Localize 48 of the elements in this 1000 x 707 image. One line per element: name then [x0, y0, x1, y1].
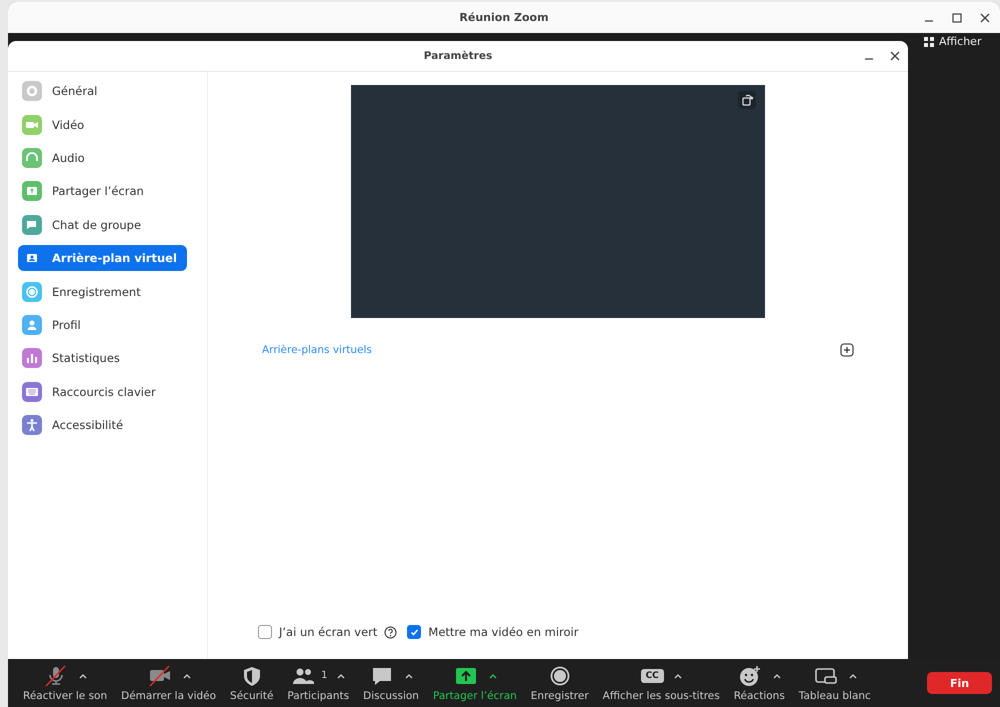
sidebar-item[interactable]: Vidéo: [18, 111, 187, 138]
checkbox-label: J’ai un écran vert: [279, 625, 378, 639]
checkbox[interactable]: [258, 625, 272, 639]
sidebar-item[interactable]: Accessibilité: [18, 412, 187, 438]
caret-icon[interactable]: [405, 672, 414, 678]
sidebar-item[interactable]: Arrière-plan virtuel: [18, 244, 187, 272]
caret-icon[interactable]: [674, 672, 682, 678]
toolbar-button[interactable]: 1 Participants: [282, 662, 354, 704]
close-icon[interactable]: [978, 10, 992, 24]
toolbar-button[interactable]: Partager l’écran: [428, 662, 522, 704]
sidebar-item[interactable]: Audio: [18, 144, 187, 172]
add-icon[interactable]: [840, 343, 854, 357]
toolbar-button[interactable]: Sécurité: [225, 662, 278, 704]
show-button[interactable]: Afficher: [924, 35, 982, 48]
grid-icon: [924, 36, 934, 46]
sidebar-item[interactable]: Général: [18, 78, 187, 104]
window-title: Réunion Zoom: [459, 11, 549, 24]
help-icon[interactable]: [384, 626, 398, 638]
caret-icon[interactable]: [337, 672, 346, 678]
toolbar-button[interactable]: Tableau blanc: [794, 662, 876, 704]
caret-icon[interactable]: [79, 672, 88, 678]
end-button[interactable]: Fin: [927, 672, 992, 694]
caret-icon[interactable]: [488, 672, 497, 678]
sidebar-item[interactable]: Chat de groupe: [18, 212, 187, 238]
sidebar-item[interactable]: Profil: [18, 312, 187, 338]
checkbox-label: Mettre ma vidéo en miroir: [428, 625, 578, 639]
caret-icon[interactable]: [773, 672, 782, 678]
captions-icon: CC: [640, 668, 664, 682]
sidebar-item[interactable]: Enregistrement: [18, 278, 187, 305]
caret-icon[interactable]: [182, 672, 191, 678]
rotate-icon[interactable]: [738, 91, 756, 109]
toolbar-button[interactable]: Réactions: [728, 662, 790, 704]
caret-icon[interactable]: [848, 672, 857, 678]
video-camera-icon: [146, 664, 173, 686]
checkbox[interactable]: [407, 625, 422, 639]
sidebar-item[interactable]: Partager l’écran: [18, 178, 187, 205]
check-icon: [410, 628, 419, 636]
toolbar-button[interactable]: Démarrer la vidéo: [116, 662, 222, 704]
toolbar-button[interactable]: Réactiver le son: [18, 662, 112, 704]
toolbar-button[interactable]: CC Afficher les sous-titres: [598, 662, 725, 704]
participant-count: 1: [321, 670, 328, 681]
toolbar-button[interactable]: Discussion: [358, 662, 424, 704]
dialog-title: Paramètres: [424, 50, 492, 62]
close-icon[interactable]: [888, 49, 902, 63]
sidebar-item[interactable]: Statistiques: [18, 345, 187, 372]
sidebar-item[interactable]: Raccourcis clavier: [18, 378, 187, 405]
maximize-icon[interactable]: [950, 10, 964, 24]
toolbar-button[interactable]: Enregistrer: [526, 662, 594, 704]
